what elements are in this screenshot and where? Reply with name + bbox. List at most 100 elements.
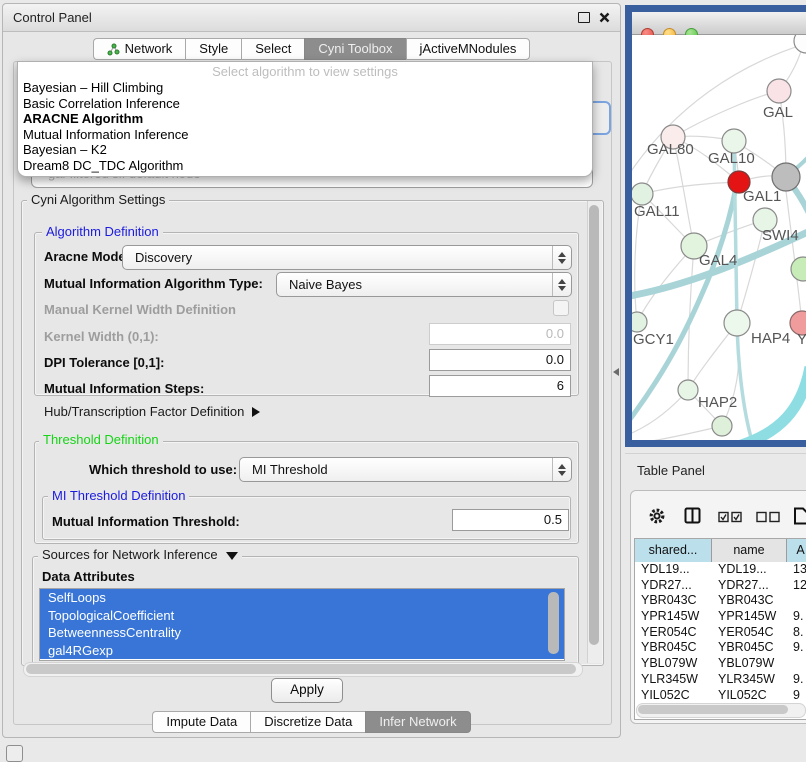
close-icon[interactable] <box>599 12 610 23</box>
kernel-width-field[interactable]: 0.0 <box>429 323 571 345</box>
tab-jactivemnodules[interactable]: jActiveMNodules <box>406 38 531 60</box>
threshold-definition-title: Threshold Definition <box>39 433 163 447</box>
cyni-bottom-tabs: Impute Data Discretize Data Infer Networ… <box>3 711 620 733</box>
mi-threshold-field[interactable]: 0.5 <box>452 509 569 531</box>
mi-type-value: Naive Bayes <box>277 277 552 292</box>
apply-button[interactable]: Apply <box>271 678 343 703</box>
node-hap4[interactable] <box>724 310 750 336</box>
control-panel: Control Panel Network Style Select Cyni … <box>2 3 621 738</box>
columns-icon[interactable] <box>684 507 702 525</box>
settings-group-title: Cyni Algorithm Settings <box>27 193 169 207</box>
mi-steps-label: Mutual Information Steps: <box>44 381 204 396</box>
tab-infer-network[interactable]: Infer Network <box>365 711 470 733</box>
node-label: SWI4 <box>762 227 799 244</box>
table-row[interactable]: YBR043CYBR043C <box>635 593 806 609</box>
node-green-bottom[interactable] <box>712 416 732 436</box>
data-attributes-list: SelfLoops TopologicalCoefficient Between… <box>39 588 565 661</box>
attribute-item-selected[interactable]: SelfLoops <box>40 589 564 607</box>
table-row[interactable]: YBR045CYBR045C9. <box>635 640 806 656</box>
node-hap2[interactable] <box>678 380 698 400</box>
node-green-right[interactable] <box>791 257 806 281</box>
node-gray[interactable] <box>772 163 800 191</box>
node-label: GAL <box>763 104 793 121</box>
column-header-name[interactable]: name <box>712 539 787 562</box>
tab-select[interactable]: Select <box>241 38 304 60</box>
dpi-tolerance-field[interactable]: 0.0 <box>429 349 571 371</box>
column-header-partial[interactable]: A <box>787 539 806 562</box>
which-threshold-label: Which threshold to use: <box>89 462 237 477</box>
aracne-mode-combo[interactable]: Discovery <box>122 245 572 270</box>
dropdown-item[interactable]: Bayesian – Hill Climbing <box>18 80 592 96</box>
node-label: GAL10 <box>708 150 755 167</box>
network-window-titlebar[interactable] <box>632 12 806 35</box>
table-row[interactable]: YLR345WYLR345W9. <box>635 672 806 688</box>
tab-network[interactable]: Network <box>93 38 186 60</box>
which-threshold-value: MI Threshold <box>240 462 552 477</box>
tab-cyni-toolbox[interactable]: Cyni Toolbox <box>304 38 405 60</box>
table-hscrollbar-thumb[interactable] <box>638 705 788 714</box>
attribute-item-selected[interactable]: gal4RGexp <box>40 642 564 660</box>
float-window-icon[interactable] <box>578 12 590 23</box>
which-threshold-combo[interactable]: MI Threshold <box>239 457 572 482</box>
file-icon[interactable] <box>793 507 806 525</box>
node-partial-top[interactable] <box>794 35 806 53</box>
tab-style[interactable]: Style <box>185 38 241 60</box>
node-label: HAP4 <box>751 330 790 347</box>
tab-network-label: Network <box>125 38 173 60</box>
table-row[interactable]: YDR27...YDR27...12 <box>635 578 806 594</box>
mi-threshold-label: Mutual Information Threshold: <box>52 514 240 529</box>
combo-stepper-icon <box>552 246 571 269</box>
table-row[interactable]: YDL19...YDL19...13 <box>635 562 806 578</box>
data-attributes-label: Data Attributes <box>42 569 135 584</box>
hub-definition-toggle[interactable]: Hub/Transcription Factor Definition <box>44 404 260 419</box>
manual-kernel-checkbox[interactable] <box>553 300 569 316</box>
node-gcy1[interactable] <box>632 312 647 332</box>
node-gal11[interactable] <box>632 183 653 205</box>
algorithm-dropdown-popup: Select algorithm to view settings Bayesi… <box>17 61 593 177</box>
attribute-item-selected[interactable]: TopologicalCoefficient <box>40 607 564 625</box>
table-rows: YDL19...YDL19...13 YDR27...YDR27...12 YB… <box>635 562 806 703</box>
node-label: GAL1 <box>743 188 781 205</box>
screen: { "colors": { "window_border_blue": "#3a… <box>0 0 806 762</box>
table-header: shared... name A <box>635 539 806 562</box>
expand-arrow-icon <box>252 407 260 417</box>
tab-discretize-data[interactable]: Discretize Data <box>250 711 365 733</box>
dropdown-item[interactable]: Mutual Information Inference <box>18 127 592 143</box>
node-label: GCY1 <box>633 331 674 348</box>
dpi-tolerance-label: DPI Tolerance [0,1]: <box>44 355 164 370</box>
panel-divider <box>625 453 806 454</box>
tab-impute-data[interactable]: Impute Data <box>152 711 250 733</box>
settings-hscrollbar-thumb[interactable] <box>26 664 576 674</box>
attribute-item-selected[interactable]: BetweennessCentrality <box>40 624 564 642</box>
attributes-list-scrollbar[interactable] <box>548 592 559 654</box>
network-icon <box>107 43 120 56</box>
dropdown-item[interactable]: Dream8 DC_TDC Algorithm <box>18 158 592 174</box>
dropdown-item[interactable]: Bayesian – K2 <box>18 142 592 158</box>
table-row[interactable]: YIL052CYIL052C9 <box>635 688 806 704</box>
aracne-mode-label: Aracne Mode: <box>44 249 130 264</box>
node-gal-partial[interactable] <box>767 79 791 103</box>
mi-threshold-group-title: MI Threshold Definition <box>48 489 189 503</box>
control-panel-tabs: Network Style Select Cyni Toolbox jActiv… <box>3 38 620 60</box>
collapse-arrow-icon <box>226 552 238 560</box>
table-row[interactable]: YER054CYER054C8. <box>635 625 806 641</box>
sources-group-title[interactable]: Sources for Network Inference <box>38 548 242 562</box>
table-row[interactable]: YBL079WYBL079W <box>635 656 806 672</box>
table-row[interactable]: YPR145WYPR145W9. <box>635 609 806 625</box>
panel-title: Control Panel <box>3 10 92 25</box>
node-label: GAL11 <box>634 203 680 220</box>
column-header-shared-name[interactable]: shared... <box>635 539 712 562</box>
algorithm-definition-title: Algorithm Definition <box>42 225 163 239</box>
deselect-all-icon[interactable] <box>756 511 782 523</box>
mi-steps-field[interactable]: 6 <box>429 375 571 397</box>
dropdown-item-aracne[interactable]: ARACNE Algorithm <box>18 111 592 127</box>
panel-dock-icon[interactable] <box>6 745 23 762</box>
settings-scrollbar-thumb[interactable] <box>589 205 599 645</box>
dropdown-item[interactable]: Basic Correlation Inference <box>18 96 592 112</box>
combo-stepper-icon <box>552 273 571 296</box>
manual-kernel-label: Manual Kernel Width Definition <box>44 302 236 317</box>
select-all-icon[interactable] <box>718 511 744 523</box>
gear-icon[interactable] <box>648 507 666 525</box>
mi-type-combo[interactable]: Naive Bayes <box>276 272 572 297</box>
node-label: GAL4 <box>699 252 737 269</box>
